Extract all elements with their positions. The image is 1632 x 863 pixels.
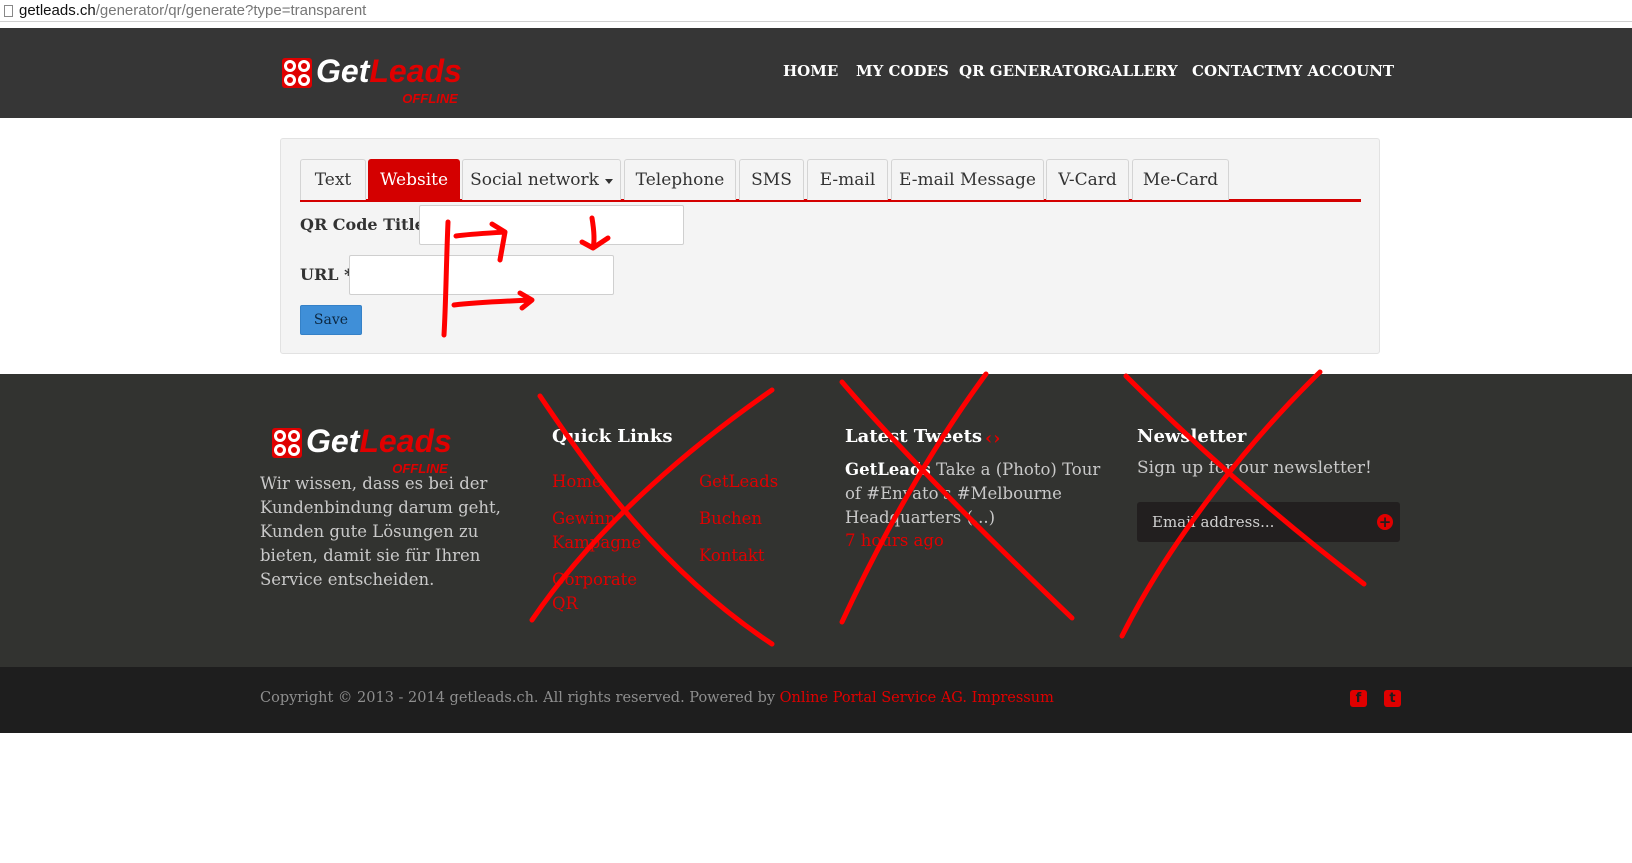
qr-title-input[interactable] [419,205,684,245]
tweet-item: GetLeads Take a (Photo) Tour of #Envato'… [845,458,1115,530]
tab-telephone[interactable]: Telephone [624,159,736,200]
nav-my-codes[interactable]: MY CODES [856,62,949,80]
logo-mark-icon [282,58,312,88]
powered-by-link[interactable]: Online Portal Service AG. [780,690,967,706]
nav-home[interactable]: HOME [783,62,838,80]
plus-circle-icon[interactable]: + [1377,514,1393,530]
logo-mark-icon [272,428,302,458]
site-header: GetLeads OFFLINE HOME MY CODES QR GENERA… [0,28,1632,118]
tab-sms[interactable]: SMS [739,159,804,200]
newsletter-text: Sign up for our newsletter! [1137,458,1372,478]
url-input[interactable] [349,255,614,295]
qr-type-tabs: Text Website Social network Telephone SM… [300,159,1361,202]
qr-generator-panel: Text Website Social network Telephone SM… [280,138,1380,354]
tab-email-message[interactable]: E-mail Message [891,159,1044,200]
save-button[interactable]: Save [300,305,362,335]
tab-social-network[interactable]: Social network [462,159,621,200]
nav-gallery[interactable]: GALLERY [1098,62,1178,80]
newsletter-email-input[interactable]: Email address... + [1137,502,1400,542]
nav-contact[interactable]: CONTACT [1192,62,1276,80]
tweet-author[interactable]: GetLeads [845,460,931,479]
tab-email[interactable]: E-mail [807,159,888,200]
logo-get: Get [306,423,360,459]
address-bar[interactable]: getleads.ch/generator/qr/generate?type=t… [0,0,1632,22]
tweet-time[interactable]: 7 hours ago [845,531,944,550]
tweet-nav-arrows-icon[interactable]: ‹› [985,428,1001,449]
impressum-link[interactable]: Impressum [972,690,1054,706]
quick-link-corporate-qr[interactable]: Corporate QR [552,568,637,616]
logo-offline: OFFLINE [402,91,458,106]
quick-link-kontakt[interactable]: Kontakt [699,544,765,568]
footer-logo[interactable]: GetLeads OFFLINE [272,423,452,476]
copyright-bar: Copyright © 2013 - 2014 getleads.ch. All… [0,667,1632,733]
quick-link-home[interactable]: Home [552,470,602,494]
tab-social-network-label: Social network [470,170,599,190]
quick-link-gewinn-kampagne[interactable]: Gewinn Kampagne [552,507,642,555]
header-logo[interactable]: GetLeads OFFLINE [282,53,462,106]
copyright-text: Copyright © 2013 - 2014 getleads.ch. All… [260,690,1054,706]
quick-link-getleads[interactable]: GetLeads [699,470,778,494]
latest-tweets-title: Latest Tweets [845,426,983,447]
url-domain: getleads.ch [19,2,96,19]
nav-qr-generator[interactable]: QR GENERATOR [959,62,1099,80]
quick-links-title: Quick Links [552,426,673,447]
url-label: URL * [300,265,353,284]
facebook-icon[interactable]: f [1350,690,1367,707]
footer-about-text: Wir wissen, dass es bei der Kundenbindun… [260,474,501,589]
url-path: /generator/qr/generate?type=transparent [95,2,367,19]
newsletter-placeholder: Email address... [1152,513,1275,531]
tab-website[interactable]: Website [368,159,460,200]
tab-text[interactable]: Text [300,159,366,200]
logo-get: Get [316,53,370,89]
tab-mecard[interactable]: Me-Card [1132,159,1229,200]
page-icon [4,4,13,17]
caret-down-icon [604,179,613,184]
newsletter-title: Newsletter [1137,426,1247,447]
twitter-icon[interactable]: t [1384,690,1401,707]
copyright-main: Copyright © 2013 - 2014 getleads.ch. All… [260,690,780,706]
qr-title-label: QR Code Title * [300,215,439,234]
site-footer: GetLeads OFFLINE Wir wissen, dass es bei… [0,374,1632,667]
tab-vcard[interactable]: V-Card [1046,159,1129,200]
nav-my-account[interactable]: MY ACCOUNT [1275,62,1394,80]
quick-link-buchen[interactable]: Buchen [699,507,762,531]
